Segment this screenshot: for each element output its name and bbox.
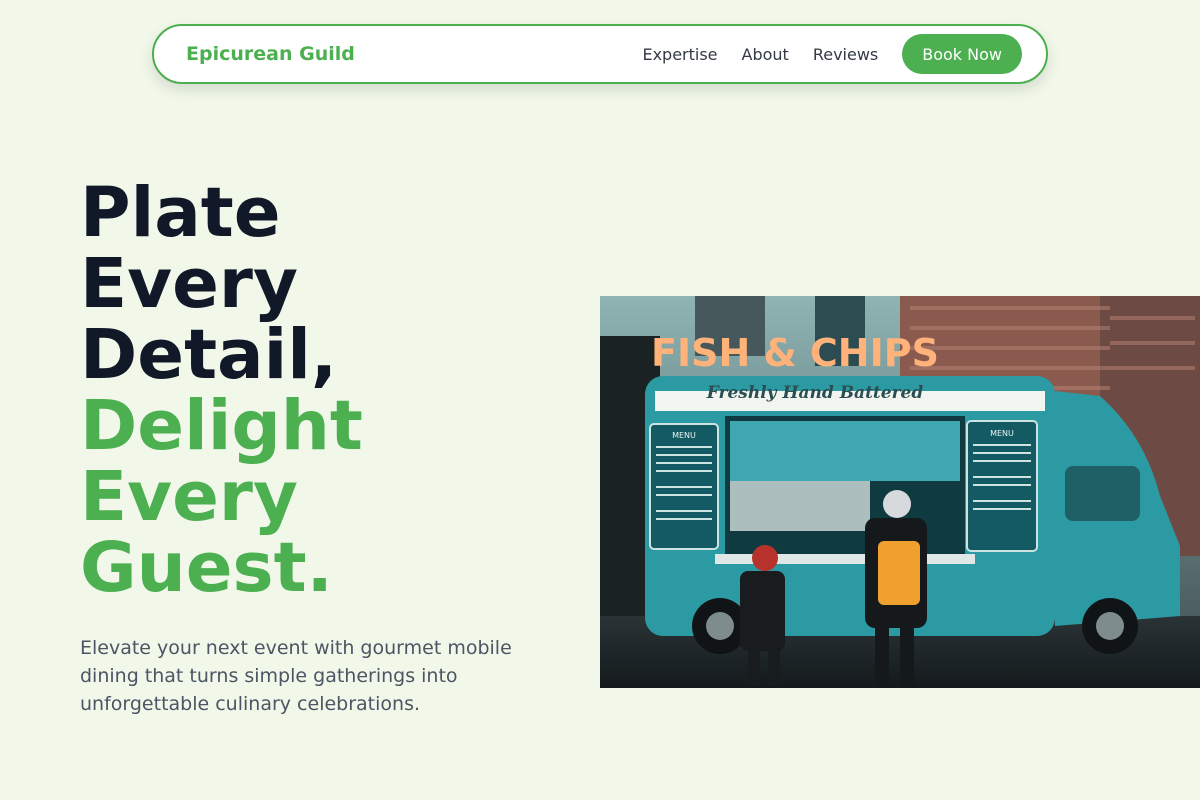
top-navbar: Epicurean Guild Expertise About Reviews … (152, 24, 1048, 84)
headline-line: Every (80, 244, 298, 324)
menu-board-title: MENU (672, 431, 696, 440)
headline-line-accent: Every (80, 457, 298, 537)
hero-headline: Plate Every Detail, Delight Every Guest. (80, 178, 363, 604)
truck-banner: Freshly Hand Battered (706, 383, 924, 403)
hero-image: MENU MENU FISH & CHIPS Freshly Hand Batt… (600, 296, 1200, 688)
nav-link-expertise[interactable]: Expertise (642, 45, 717, 64)
truck-sign: FISH & CHIPS (651, 331, 939, 375)
headline-line-accent: Delight (80, 386, 363, 466)
headline-line: Plate (80, 173, 281, 253)
brand-logo[interactable]: Epicurean Guild (186, 43, 355, 65)
nav-link-about[interactable]: About (742, 45, 789, 64)
nav-links: Expertise About Reviews Book Now (618, 34, 1022, 74)
book-now-button[interactable]: Book Now (902, 34, 1022, 74)
hero-subtitle: Elevate your next event with gourmet mob… (80, 637, 512, 715)
headline-line: Detail, (80, 315, 338, 395)
nav-link-reviews[interactable]: Reviews (813, 45, 878, 64)
menu-board-title: MENU (990, 429, 1014, 438)
headline-line-accent: Guest. (80, 528, 333, 608)
